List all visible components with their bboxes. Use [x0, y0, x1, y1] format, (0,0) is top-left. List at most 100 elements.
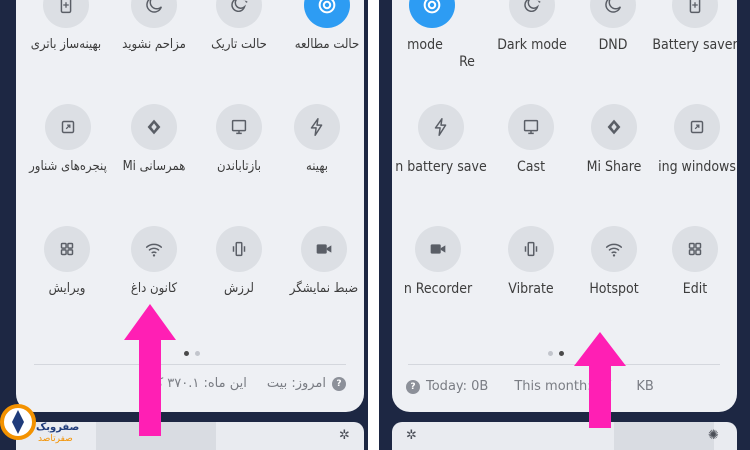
tile-label: کانون داغ [130, 281, 178, 296]
tile-label: n Recorder [403, 281, 473, 297]
right-phone-frame: mode Re Dark mode DND Battery saver n ba… [379, 0, 750, 450]
share-diamond-icon [131, 104, 177, 150]
tile-screen-recorder[interactable]: ضبط نمایشگر [284, 226, 364, 296]
grid-icon [44, 226, 90, 272]
data-usage-icon: ? [332, 376, 346, 391]
tile-vibrate[interactable]: لرزش [204, 226, 274, 296]
tile-label: Dark mode [497, 37, 567, 53]
page-dot [548, 351, 553, 356]
tile-edit[interactable]: Edit [660, 226, 730, 297]
tile-reading-mode[interactable]: حالت مطالعه [292, 0, 362, 52]
tile-label: mode [407, 37, 443, 53]
tile-label: همرسانی Mi [122, 159, 186, 174]
share-diamond-icon [591, 104, 637, 150]
brightness-icon: ✲ [406, 428, 417, 443]
tile-mi-share[interactable]: همرسانی Mi [116, 104, 192, 174]
tile-battery-saver[interactable]: Battery saver [650, 0, 737, 53]
usage-today: Today: 0B [426, 379, 489, 394]
tile-hotspot[interactable]: کانون داغ [119, 226, 189, 296]
vibrate-phone-icon [508, 226, 554, 272]
moon-sun-icon [216, 0, 262, 28]
lightning-icon [294, 104, 340, 150]
tile-dnd[interactable]: مزاحم نشوید [119, 0, 189, 52]
tile-cast[interactable]: بازتاباندن [204, 104, 274, 174]
usage-month-unit: KB [636, 379, 654, 394]
grid-icon [672, 226, 718, 272]
wifi-hotspot-icon [591, 226, 637, 272]
tile-battery-saver[interactable]: بهینه‌ساز باتری [26, 0, 106, 52]
tile-clip: بهینه [294, 104, 364, 204]
window-icon [674, 104, 720, 150]
logo-subtext: صفرتاصد [38, 434, 73, 444]
right-arrow-up-icon [574, 332, 626, 428]
tile-hotspot[interactable]: Hotspot [578, 226, 650, 297]
tile-label: n battery save [395, 159, 487, 175]
tile-label: Battery saver [652, 37, 737, 53]
divider [34, 364, 346, 365]
data-usage-icon: ? [406, 379, 420, 394]
tile-mi-share[interactable]: Mi Share [576, 104, 652, 175]
tile-clip: Re [458, 46, 476, 76]
video-camera-icon [301, 226, 347, 272]
divider [408, 364, 720, 365]
page-dot-active [559, 351, 564, 356]
tile-label: DND [598, 37, 628, 53]
page-indicator [548, 351, 564, 356]
moon-sun-icon [509, 0, 555, 28]
logo-text: صفروبک [36, 422, 80, 433]
tile-dark-mode[interactable]: Dark mode [492, 0, 572, 53]
tile-label: بهینه‌ساز باتری [30, 37, 102, 52]
monitor-icon [216, 104, 262, 150]
tile-label: حالت مطالعه [294, 37, 360, 52]
tile-label: Re [459, 54, 475, 70]
tile-label: حالت تاریک [211, 37, 267, 52]
tile-label: بازتاباندن [216, 159, 262, 174]
brand-logo: صفروبک صفرتاصد [0, 400, 80, 450]
left-arrow-up-icon [124, 304, 176, 436]
tile-edit[interactable]: ویرایش [32, 226, 102, 296]
card-image [614, 422, 714, 450]
tile-label: لرزش [224, 281, 254, 296]
right-notification-card: ✲ ✺ [392, 422, 737, 450]
lightning-icon [418, 104, 464, 150]
page-dot-active [184, 351, 189, 356]
tile-vibrate[interactable]: Vibrate [496, 226, 566, 297]
tile-label: Mi Share [586, 159, 642, 175]
tile-dnd[interactable]: DND [578, 0, 648, 53]
page-indicator [184, 351, 200, 356]
sun-icon: ✺ [708, 428, 719, 443]
tile-label: Hotspot [589, 281, 639, 297]
tile-label: بهینه [306, 159, 328, 174]
right-quick-settings-panel: mode Re Dark mode DND Battery saver n ba… [392, 0, 737, 412]
wifi-hotspot-icon [131, 226, 177, 272]
usage-today: امروز: بیت [266, 376, 326, 391]
moon-icon [590, 0, 636, 28]
eye-circle-icon [304, 0, 350, 28]
vibrate-phone-icon [216, 226, 262, 272]
left-phone-frame: حالت مطالعه حالت تاریک مزاحم نشوید بهینه… [0, 0, 368, 450]
tile-lightning[interactable]: بهینه [294, 104, 340, 174]
video-camera-icon [415, 226, 461, 272]
tile-cast[interactable]: Cast [496, 104, 566, 175]
eye-circle-icon [409, 0, 455, 28]
tile-label: ing windows [658, 159, 736, 175]
moon-icon [131, 0, 177, 28]
tile-battery-saver-lightning[interactable]: n battery save [395, 104, 487, 175]
tile-dark-mode[interactable]: حالت تاریک [204, 0, 274, 52]
tile-label: ضبط نمایشگر [289, 281, 359, 296]
tile-label: Vibrate [508, 281, 554, 297]
screenshot-comparison: حالت مطالعه حالت تاریک مزاحم نشوید بهینه… [0, 0, 750, 450]
brightness-icon: ✲ [339, 428, 350, 443]
tile-screen-recorder[interactable]: n Recorder [396, 226, 480, 297]
left-quick-settings-panel: حالت مطالعه حالت تاریک مزاحم نشوید بهینه… [16, 0, 364, 412]
battery-icon [672, 0, 718, 28]
tile-floating-windows[interactable]: ing windows [654, 104, 737, 175]
page-dot [195, 351, 200, 356]
monitor-icon [508, 104, 554, 150]
tile-floating-windows[interactable]: پنجره‌های شناور [22, 104, 114, 174]
tile-label: Cast [516, 159, 545, 175]
tile-label: پنجره‌های شناور [29, 159, 107, 174]
tile-label: Edit [682, 281, 708, 297]
window-icon [45, 104, 91, 150]
battery-icon [43, 0, 89, 28]
